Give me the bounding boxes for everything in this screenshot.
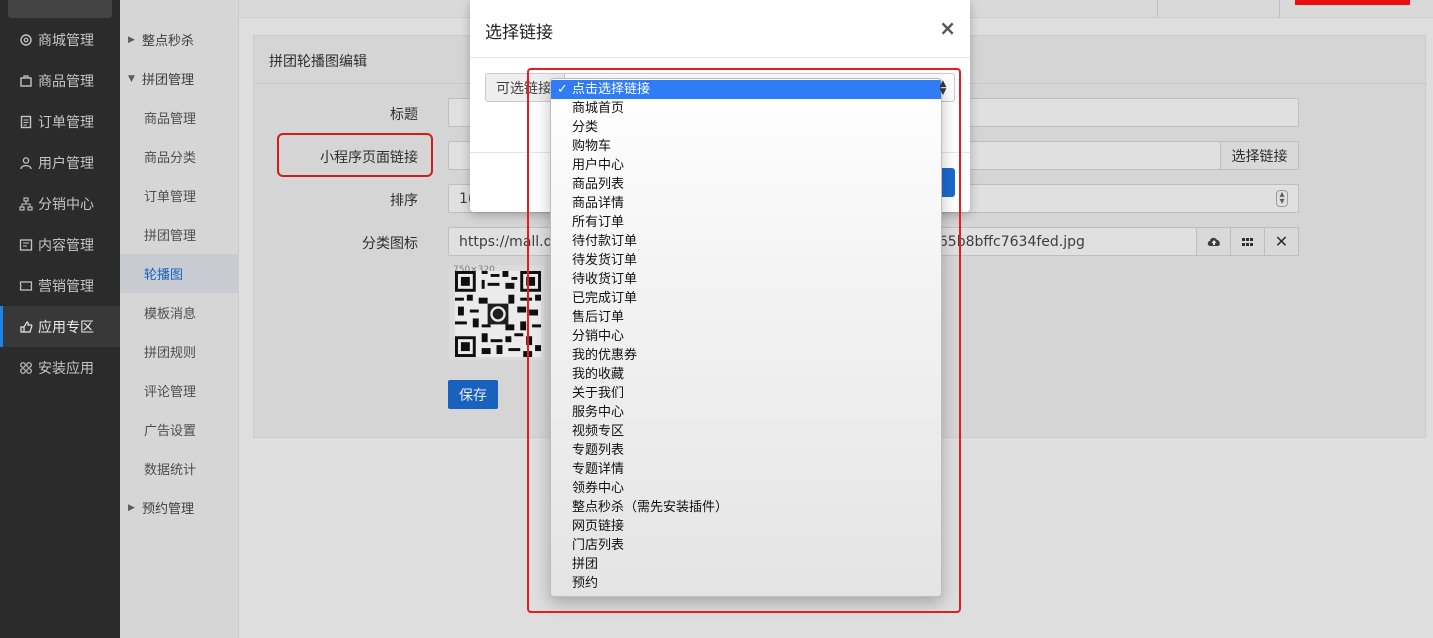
modal-title: 选择链接 [485, 23, 553, 43]
modal-close-button[interactable]: × [939, 16, 956, 40]
divider [470, 57, 970, 58]
close-icon: × [939, 16, 956, 40]
highlight-box-dropdown [527, 68, 961, 613]
